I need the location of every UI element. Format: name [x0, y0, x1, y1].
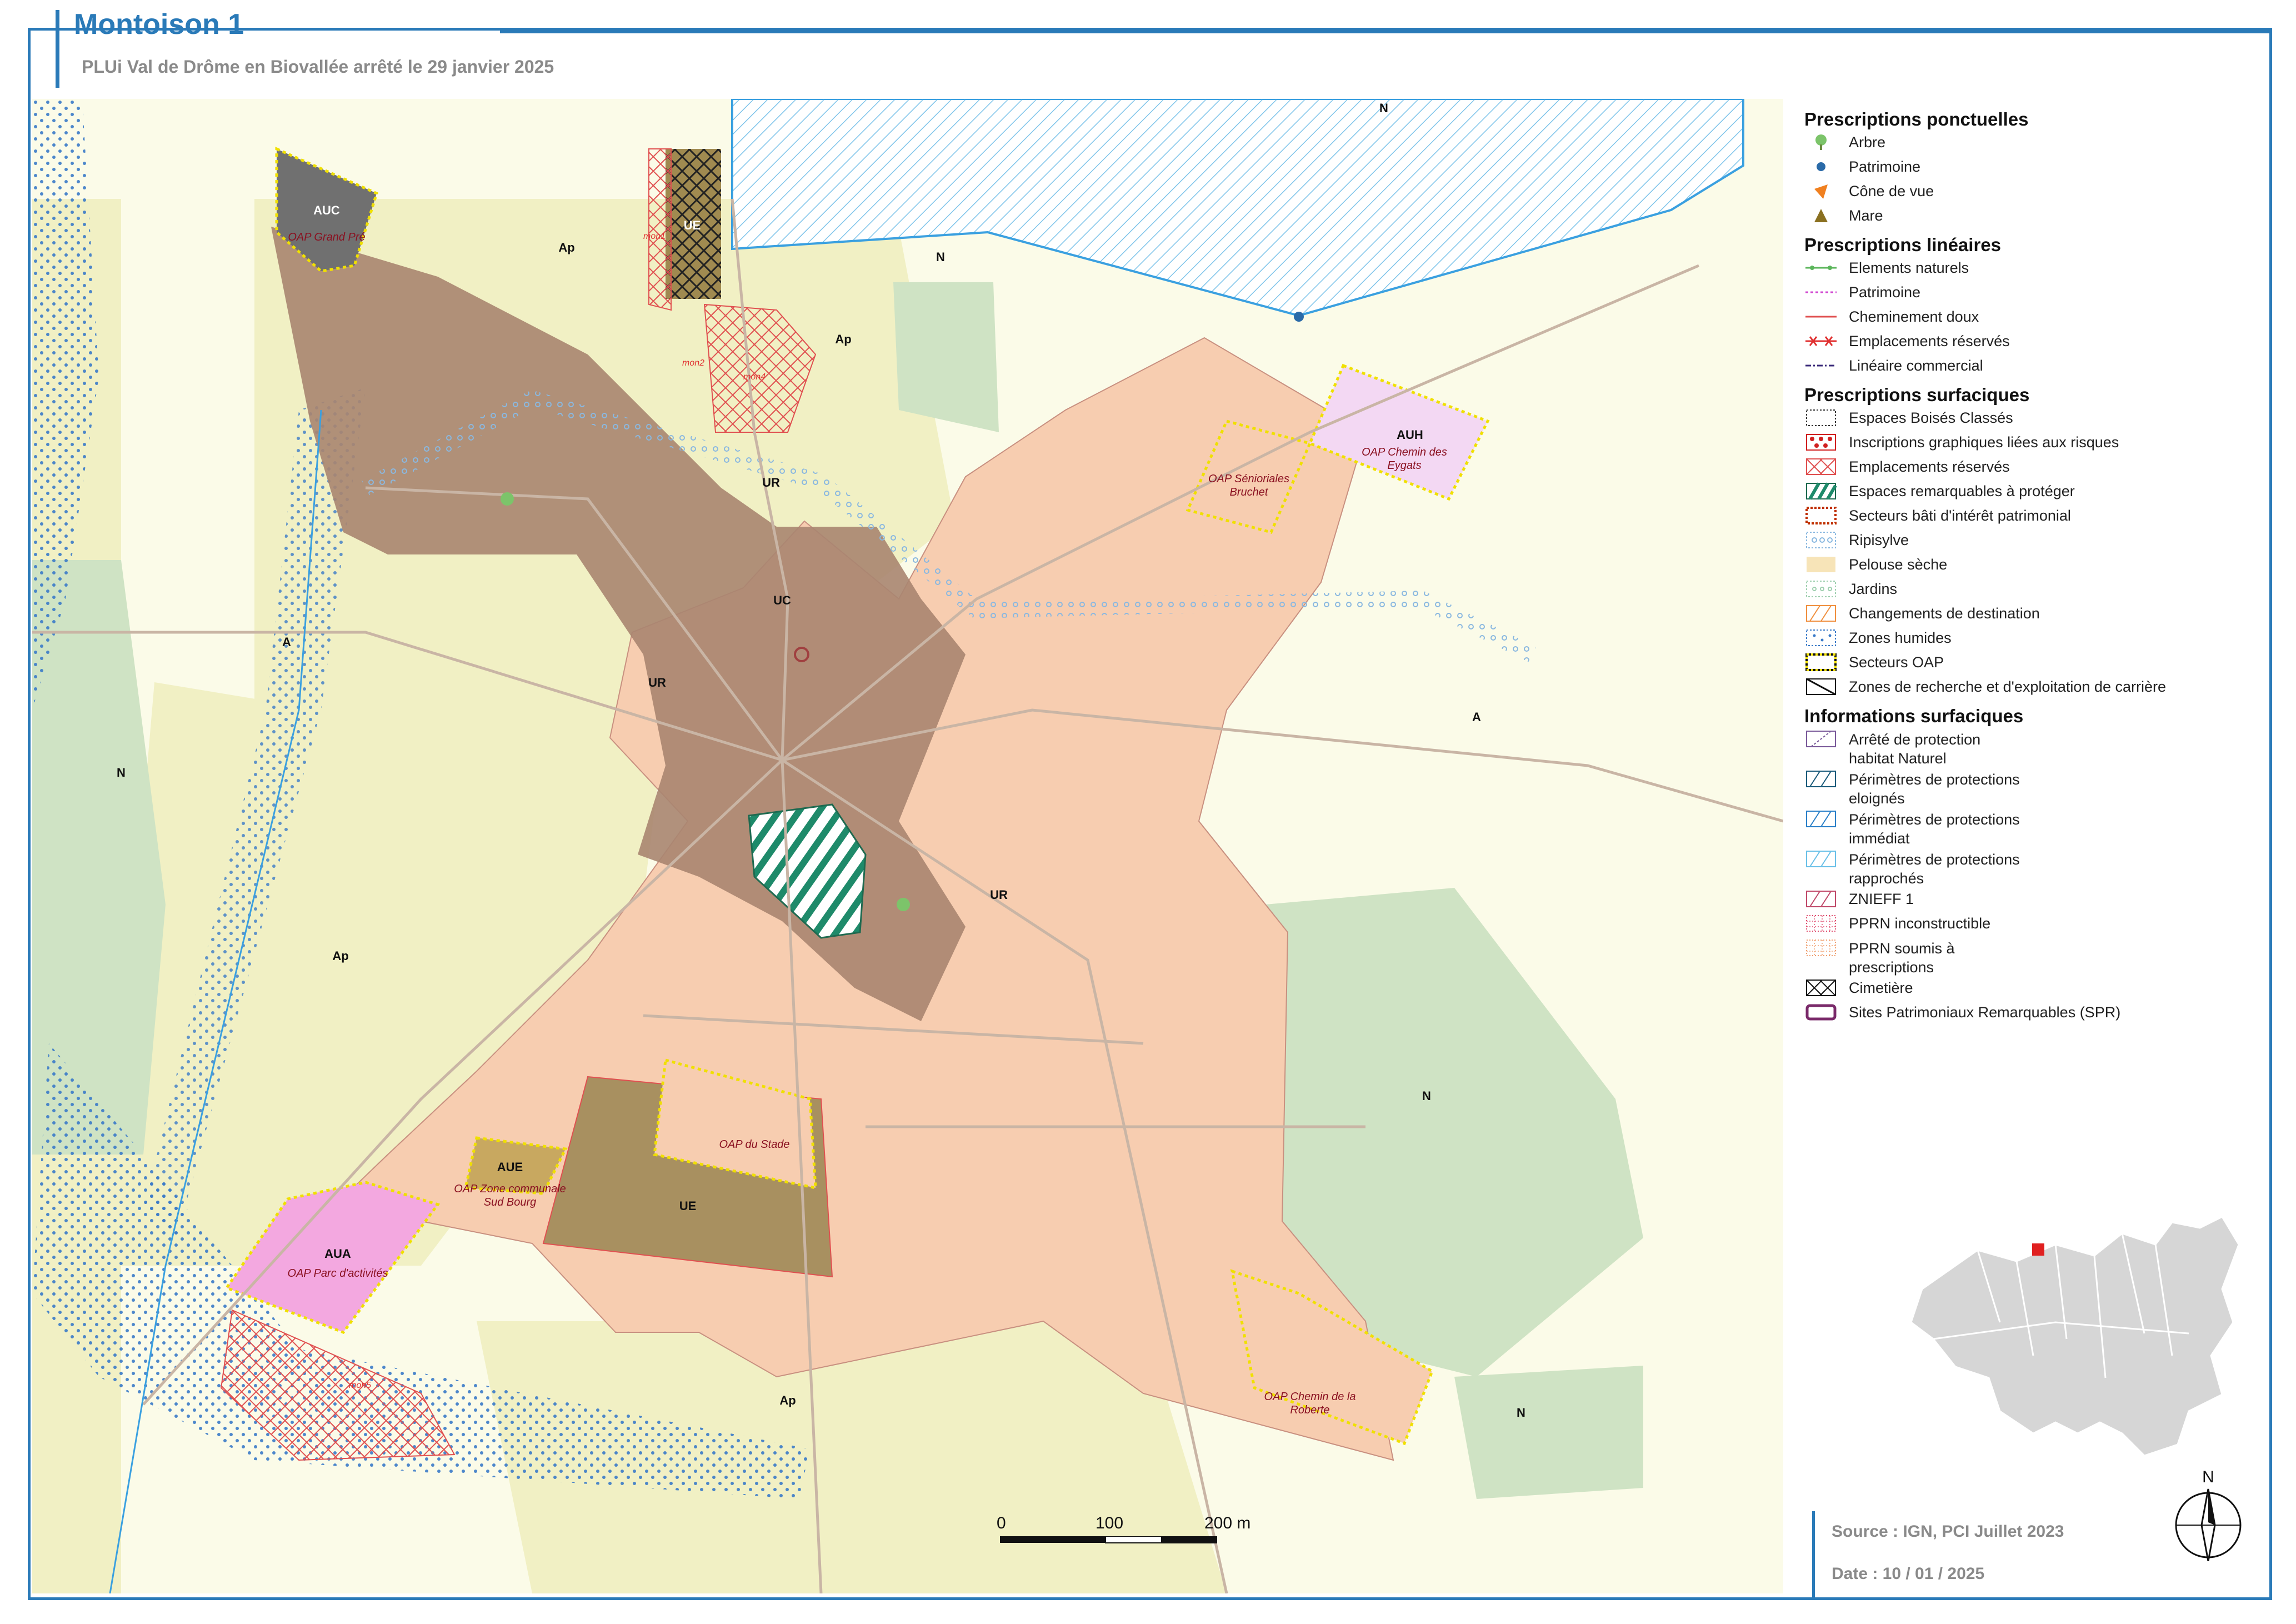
- legend-item-mare: Mare: [1804, 207, 2254, 231]
- legend-item-pprn-prescriptions: PPRN soumis à prescriptions: [1804, 939, 2254, 979]
- label-ap-mid: Ap: [835, 332, 851, 346]
- zone-n-bottom-right: [1454, 1366, 1643, 1499]
- legend-item-cimetiere: Cimetière: [1804, 979, 2254, 1003]
- label-er-mon2: mon2: [682, 358, 704, 368]
- legend-item-zones-humides: Zones humides: [1804, 629, 2254, 653]
- label-oap-senioriales-1: OAP Sénioriales: [1208, 473, 1289, 485]
- legend-item-ripisylve: Ripisylve: [1804, 531, 2254, 556]
- label-uc: UC: [773, 593, 791, 607]
- heritage-dot-icon: [1294, 312, 1304, 322]
- legend-title-ponctuelles: Prescriptions ponctuelles: [1804, 109, 2029, 129]
- tree-icon: [1804, 133, 1838, 151]
- label-oap-eygats-2: Eygats: [1387, 459, 1421, 472]
- label-er-mon1: mon1: [643, 232, 666, 241]
- legend-item-elements-naturels: Elements naturels: [1804, 259, 2254, 283]
- label-oap-parc: OAP Parc d'activités: [288, 1267, 388, 1280]
- legend-item-perim-immediat: Périmètres de protections immédiat: [1804, 810, 2254, 850]
- legend-item-pelouse: Pelouse sèche: [1804, 556, 2254, 580]
- label-oap-grand-pre: OAP Grand Pré: [288, 231, 365, 243]
- label-a-left: A: [282, 635, 291, 649]
- view-cone-icon: [1804, 182, 1838, 200]
- legend-item-znieff: ZNIEFF 1: [1804, 890, 2254, 915]
- legend-item-cheminement: Cheminement doux: [1805, 308, 1979, 325]
- legend-title-lineaires: Prescriptions linéaires: [1804, 234, 2001, 255]
- legend-item-carriere: Zones de recherche et d'exploitation de …: [1804, 678, 2254, 702]
- reserved-mon1: [648, 148, 672, 311]
- legend-item-perim-rapproches: Périmètres de protections rapprochés: [1804, 850, 2254, 890]
- legend-item-perim-eloignes: Périmètres de protections eloignés: [1804, 770, 2254, 810]
- label-ur-3: UR: [990, 888, 1008, 902]
- label-ue-bottom: UE: [679, 1199, 697, 1213]
- label-n-right: N: [1422, 1089, 1431, 1103]
- label-oap-stade: OAP du Stade: [719, 1138, 789, 1151]
- label-ur-2: UR: [648, 676, 666, 689]
- legend-title-surfaciques: Prescriptions surfaciques: [1804, 384, 2030, 405]
- tree-icon: [897, 898, 910, 911]
- label-aue: AUE: [497, 1160, 523, 1174]
- legend: Prescriptions ponctuelles Arbre Patrimoi…: [1804, 106, 2254, 1028]
- legend-item-secteurs-oap: Secteurs OAP: [1804, 653, 2254, 678]
- title-rule: [500, 31, 2272, 33]
- label-oap-roberte-2: Roberte: [1290, 1404, 1329, 1416]
- inset-territory: [1910, 1216, 2240, 1457]
- inset-location-marker: [2032, 1243, 2044, 1256]
- legend-item-ebc: Espaces Boisés Classés: [1804, 409, 2254, 433]
- location-inset-map: [1910, 1211, 2244, 1478]
- legend-item-patrimoine-line: Patrimoine: [1805, 284, 1921, 301]
- label-n-bottom-right: N: [1517, 1406, 1525, 1420]
- label-n-top-right: N: [1379, 101, 1388, 115]
- legend-item-arbre: Arbre: [1804, 133, 2254, 158]
- map-subtitle: PLUi Val de Drôme en Biovallée arrêté le…: [82, 57, 554, 77]
- triangle-icon: [1804, 207, 1838, 224]
- legend-item-emplacements-surf: Emplacements réservés: [1804, 458, 2254, 482]
- source-block: Source : IGN, PCI Juillet 2023 Date : 10…: [1812, 1511, 2104, 1600]
- legend-item-emplacements-line: Emplacements réservés: [1804, 332, 2254, 357]
- legend-item-jardins: Jardins: [1804, 580, 2254, 604]
- north-label: N: [2202, 1468, 2214, 1486]
- north-arrow: N: [2169, 1467, 2247, 1562]
- label-auc: AUC: [313, 203, 340, 217]
- label-n-left: N: [117, 766, 126, 779]
- legend-item-cone: Cône de vue: [1804, 182, 2254, 207]
- dot-icon: [1804, 158, 1838, 176]
- scale-bar: 0 100 200 m: [997, 1514, 1250, 1548]
- tree-icon: [501, 492, 514, 506]
- map-title: Montoison 1: [74, 8, 244, 41]
- title-accent-bar: [56, 10, 59, 88]
- legend-item-bati-patrimonial: Secteurs bâti d'intérêt patrimonial: [1804, 507, 2254, 531]
- source-text: Source : IGN, PCI Juillet 2023: [1832, 1522, 2064, 1541]
- label-aua: AUA: [324, 1247, 351, 1261]
- label-oap-sud-bourg-1: OAP Zone communale: [454, 1183, 566, 1195]
- label-er-mon4: mon4: [743, 372, 766, 382]
- label-oap-eygats-1: OAP Chemin des: [1362, 446, 1447, 458]
- legend-item-pprn-inconstructible: PPRN inconstructible: [1804, 915, 2254, 939]
- label-ap-left: Ap: [332, 949, 348, 963]
- label-a-right: A: [1472, 710, 1481, 724]
- label-ur-1: UR: [762, 476, 780, 489]
- label-auh: AUH: [1397, 428, 1423, 442]
- legend-item-changements: Changements de destination: [1804, 604, 2254, 629]
- label-ue-top: UE: [684, 218, 701, 232]
- label-ap-top: Ap: [558, 241, 574, 254]
- label-ap-bottom: Ap: [779, 1393, 796, 1407]
- label-er-mon5: mon5: [349, 1381, 371, 1390]
- zone-n-top: [893, 282, 999, 432]
- legend-item-risques: Inscriptions graphiques liées aux risque…: [1804, 433, 2254, 458]
- legend-item-lineaire-commercial: Linéaire commercial: [1805, 357, 1983, 374]
- label-oap-senioriales-2: Bruchet: [1230, 486, 1269, 498]
- legend-item-aphn: Arrêté de protection habitat Naturel: [1804, 730, 2254, 770]
- label-oap-sud-bourg-2: Sud Bourg: [484, 1196, 537, 1208]
- legend-title-informations: Informations surfaciques: [1804, 706, 2024, 726]
- label-n-top: N: [936, 250, 945, 264]
- zoning-map[interactable]: AUC UE Ap Ap N N UR UC UR UR A A N Ap AU…: [32, 99, 1783, 1593]
- label-oap-roberte-1: OAP Chemin de la: [1264, 1391, 1356, 1403]
- legend-item-remarquables: Espaces remarquables à protéger: [1804, 482, 2254, 507]
- legend-item-spr: Sites Patrimoniaux Remarquables (SPR): [1804, 1003, 2254, 1028]
- legend-item-patrimoine-point: Patrimoine: [1804, 158, 2254, 182]
- date-text: Date : 10 / 01 / 2025: [1832, 1565, 1985, 1583]
